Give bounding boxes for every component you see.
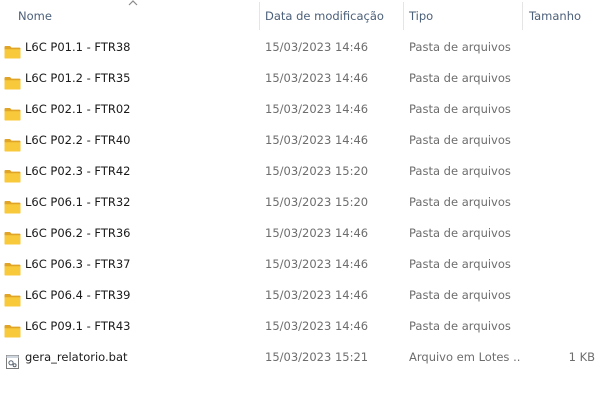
folder-icon: [4, 195, 21, 214]
file-modified-date: 15/03/2023 14:46: [265, 257, 369, 271]
file-modified-date: 15/03/2023 14:46: [265, 133, 369, 147]
file-name: L6C P01.1 - FTR38: [25, 40, 131, 54]
column-divider[interactable]: [259, 2, 260, 30]
column-divider[interactable]: [403, 2, 404, 30]
file-list: L6C P01.1 - FTR38 15/03/2023 14:46 Pasta d…: [0, 32, 603, 373]
folder-icon: [4, 164, 21, 183]
folder-icon: [4, 257, 21, 276]
sort-ascending-icon: [128, 0, 138, 6]
list-item[interactable]: L6C P09.1 - FTR43 15/03/2023 14:46 Pasta d…: [0, 311, 603, 342]
file-name: L6C P06.3 - FTR37: [25, 257, 131, 271]
file-type: Pasta de arquivos: [409, 133, 511, 147]
file-name: L6C P02.3 - FTR42: [25, 164, 131, 178]
folder-icon: [4, 319, 21, 338]
file-type: Pasta de arquivos: [409, 319, 511, 333]
folder-icon: [4, 40, 21, 59]
column-header-date[interactable]: Data de modificação: [265, 0, 384, 32]
file-type: Pasta de arquivos: [409, 288, 511, 302]
folder-icon: [4, 288, 21, 307]
folder-icon: [4, 133, 21, 152]
file-name: L6C P06.2 - FTR36: [25, 226, 131, 240]
list-item[interactable]: L6C P01.1 - FTR38 15/03/2023 14:46 Pasta d…: [0, 32, 603, 63]
file-name: L6C P09.1 - FTR43: [25, 319, 131, 333]
list-item[interactable]: gera_relatorio.bat 15/03/2023 15:21 Arquiv…: [0, 342, 603, 373]
list-item[interactable]: L6C P06.4 - FTR39 15/03/2023 14:46 Pasta d…: [0, 280, 603, 311]
list-item[interactable]: L6C P06.3 - FTR37 15/03/2023 14:46 Pasta d…: [0, 249, 603, 280]
list-item[interactable]: L6C P01.2 - FTR35 15/03/2023 14:46 Pasta d…: [0, 63, 603, 94]
column-header-bar: Nome Data de modificação Tipo Tamanho: [0, 0, 603, 32]
list-item[interactable]: L6C P06.1 - FTR32 15/03/2023 15:20 Pasta d…: [0, 187, 603, 218]
file-name: gera_relatorio.bat: [25, 350, 128, 364]
list-item[interactable]: L6C P02.1 - FTR02 15/03/2023 14:46 Pasta d…: [0, 94, 603, 125]
file-name: L6C P01.2 - FTR35: [25, 71, 131, 85]
column-header-name[interactable]: Nome: [18, 0, 52, 32]
file-type: Arquivo em Lotes ...: [409, 350, 521, 364]
file-modified-date: 15/03/2023 15:21: [265, 350, 369, 364]
column-header-size[interactable]: Tamanho: [529, 0, 581, 32]
file-type: Pasta de arquivos: [409, 71, 511, 85]
file-name: L6C P06.1 - FTR32: [25, 195, 131, 209]
file-type: Pasta de arquivos: [409, 164, 511, 178]
file-modified-date: 15/03/2023 15:20: [265, 195, 369, 209]
file-modified-date: 15/03/2023 14:46: [265, 319, 369, 333]
folder-icon: [4, 226, 21, 245]
folder-icon: [4, 102, 21, 121]
folder-icon: [4, 71, 21, 90]
file-modified-date: 15/03/2023 14:46: [265, 288, 369, 302]
list-item[interactable]: L6C P02.3 - FTR42 15/03/2023 15:20 Pasta d…: [0, 156, 603, 187]
batch-file-icon: [4, 350, 21, 369]
list-item[interactable]: L6C P02.2 - FTR40 15/03/2023 14:46 Pasta d…: [0, 125, 603, 156]
file-modified-date: 15/03/2023 14:46: [265, 71, 369, 85]
file-modified-date: 15/03/2023 14:46: [265, 40, 369, 54]
file-type: Pasta de arquivos: [409, 40, 511, 54]
file-name: L6C P02.1 - FTR02: [25, 102, 131, 116]
file-modified-date: 15/03/2023 15:20: [265, 164, 369, 178]
file-type: Pasta de arquivos: [409, 102, 511, 116]
file-type: Pasta de arquivos: [409, 226, 511, 240]
column-header-type[interactable]: Tipo: [409, 0, 433, 32]
column-divider[interactable]: [522, 2, 523, 30]
file-size: 1 KB: [568, 350, 595, 364]
file-type: Pasta de arquivos: [409, 195, 511, 209]
file-name: L6C P06.4 - FTR39: [25, 288, 131, 302]
file-modified-date: 15/03/2023 14:46: [265, 102, 369, 116]
file-name: L6C P02.2 - FTR40: [25, 133, 131, 147]
file-type: Pasta de arquivos: [409, 257, 511, 271]
list-item[interactable]: L6C P06.2 - FTR36 15/03/2023 14:46 Pasta d…: [0, 218, 603, 249]
file-modified-date: 15/03/2023 14:46: [265, 226, 369, 240]
